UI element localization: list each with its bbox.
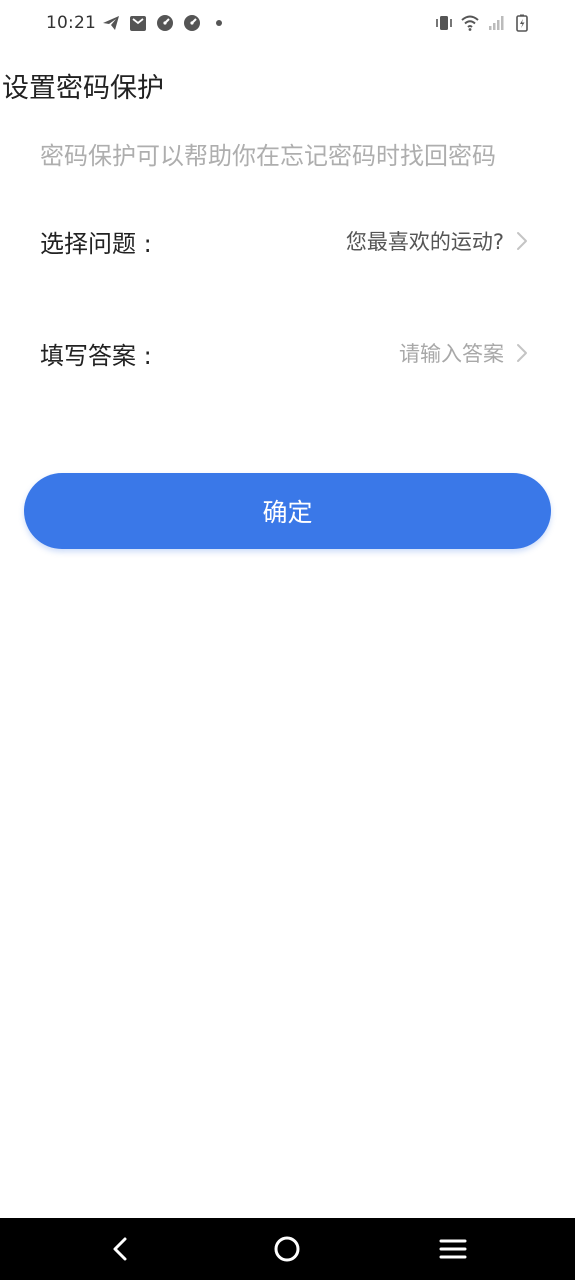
system-nav-bar [0, 1218, 575, 1280]
answer-value-group: 请输入答案 [399, 338, 530, 368]
chevron-right-icon [514, 342, 530, 364]
wifi-icon [461, 14, 479, 32]
home-icon[interactable] [270, 1232, 304, 1266]
answer-input-row[interactable]: 填写答案 : 请输入答案 [40, 329, 530, 377]
vibrate-icon [435, 14, 453, 32]
status-bar: 10:21 [0, 0, 575, 48]
page-subtitle: 密码保护可以帮助你在忘记密码时找回密码 [40, 142, 496, 170]
chevron-right-icon [514, 230, 530, 252]
battery-charging-icon [513, 14, 531, 32]
menu-icon[interactable] [436, 1232, 470, 1266]
selected-question-value: 您最喜欢的运动? [345, 230, 504, 254]
telegram-icon [102, 14, 120, 32]
notification-icons [102, 14, 228, 32]
select-question-row[interactable]: 选择问题 : 您最喜欢的运动? [40, 217, 530, 265]
confirm-button[interactable]: 确定 [24, 473, 551, 549]
select-question-value-group: 您最喜欢的运动? [346, 226, 530, 256]
system-icons [435, 14, 531, 32]
back-icon[interactable] [104, 1232, 138, 1266]
speedometer-icon [183, 14, 201, 32]
dot-icon [210, 14, 228, 32]
answer-input[interactable]: 请输入答案 [399, 338, 504, 368]
mail-icon [129, 14, 147, 32]
speedometer-icon [156, 14, 174, 32]
signal-icon [487, 14, 505, 32]
page-title: 设置密码保护 [2, 73, 164, 104]
status-time: 10:21 [46, 13, 96, 33]
select-question-label: 选择问题 : [40, 229, 152, 258]
answer-label: 填写答案 : [40, 341, 152, 370]
